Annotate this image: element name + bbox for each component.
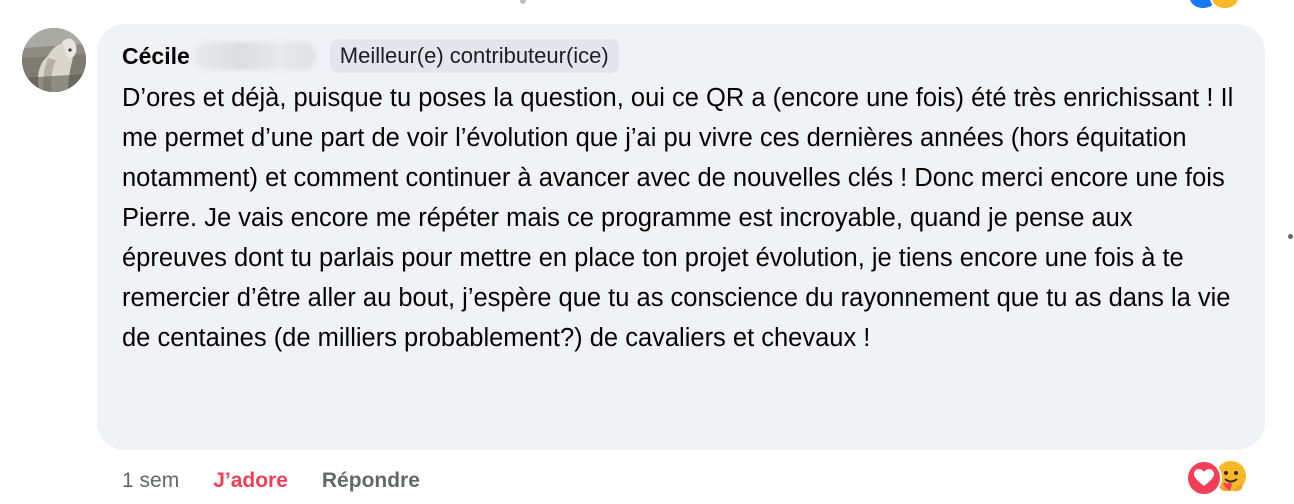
avatar[interactable] <box>22 28 86 92</box>
care-reaction-icon <box>1210 0 1240 10</box>
top-contributor-badge: Meilleur(e) contributeur(ice) <box>329 39 619 73</box>
love-button[interactable]: J’adore <box>213 469 288 493</box>
reply-button[interactable]: Répondre <box>322 469 420 493</box>
heart-icon <box>1186 460 1222 496</box>
horse-photo-icon <box>22 28 86 92</box>
comment-header: Cécile Meilleur(e) contributeur(ice) <box>122 38 619 74</box>
comment-text: D’ores et déjà, puisque tu poses la ques… <box>122 84 1234 352</box>
more-options-icon[interactable] <box>1288 234 1293 239</box>
timestamp[interactable]: 1 sem <box>122 469 179 493</box>
author-name[interactable]: Cécile <box>122 43 190 70</box>
comment-actions: 1 sem J’adore Répondre <box>122 466 420 496</box>
separator-dot <box>520 0 526 4</box>
author-surname-redacted <box>193 42 316 70</box>
reactions-summary[interactable] <box>1186 458 1266 498</box>
previous-reactions[interactable] <box>1188 0 1248 10</box>
previous-comment-fragment <box>0 0 1294 10</box>
